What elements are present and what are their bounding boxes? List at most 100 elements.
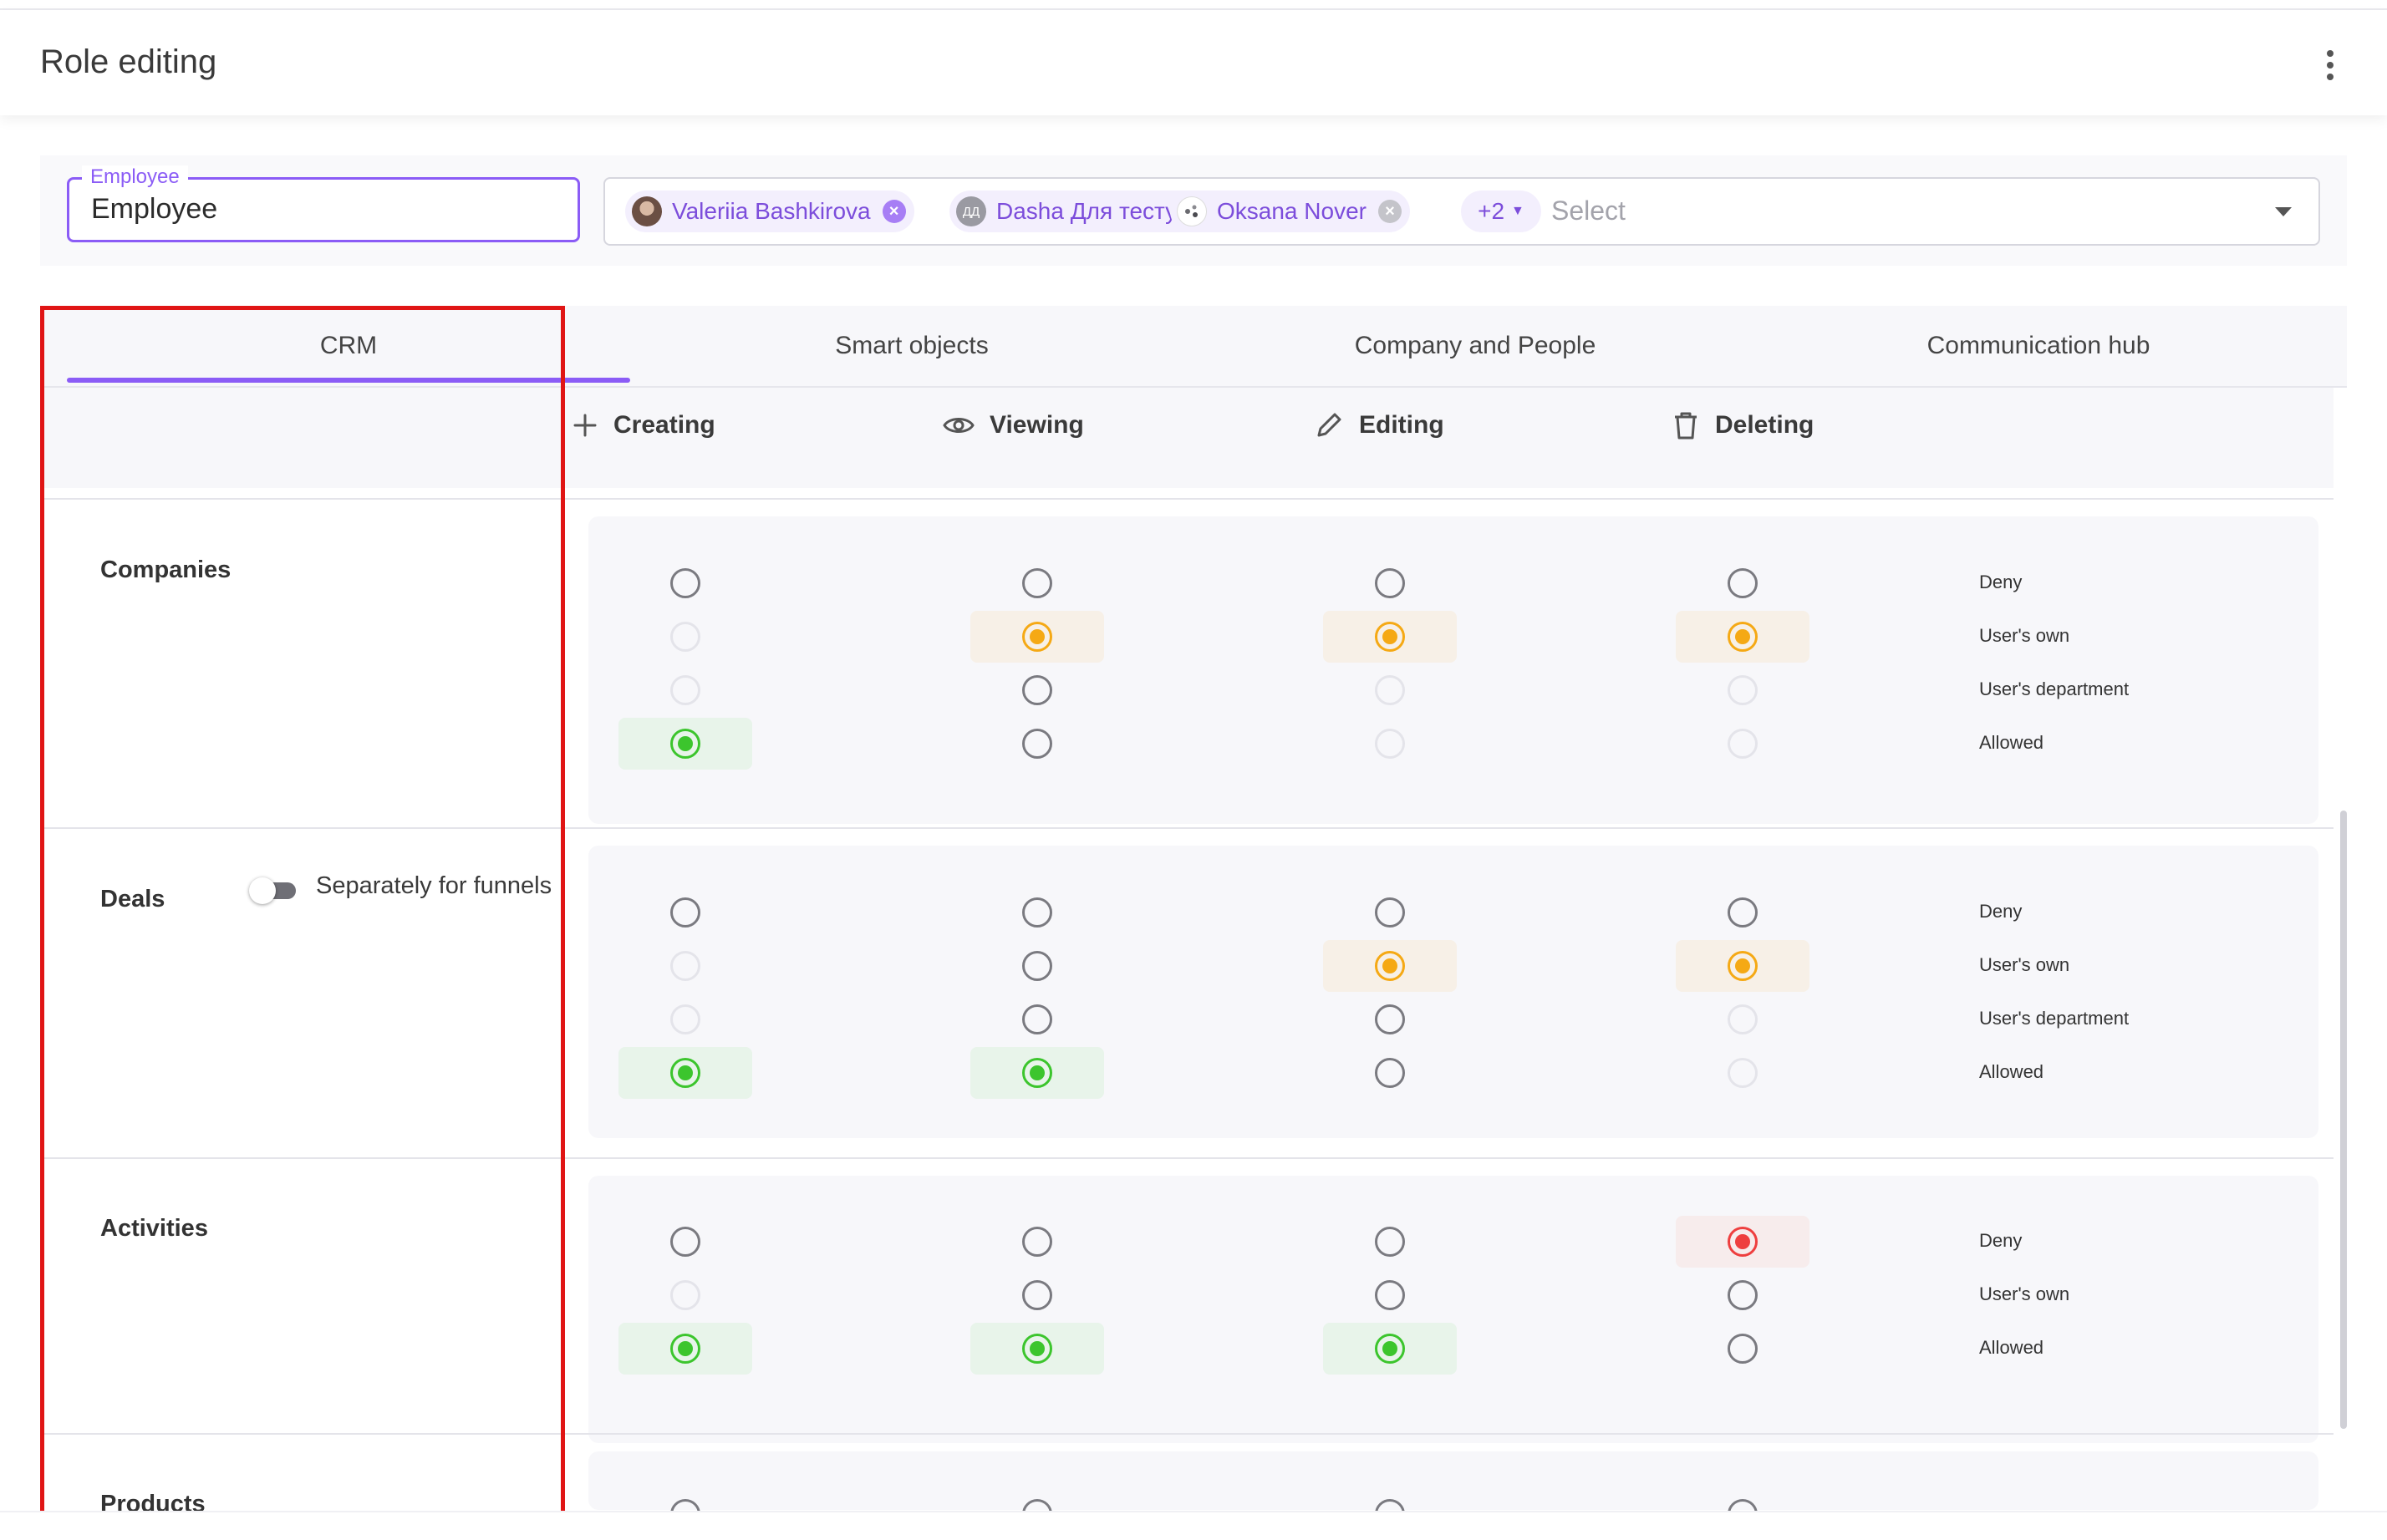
permission-radio-disabled-allowed[interactable] xyxy=(1728,729,1758,759)
chevron-down-icon: ▼ xyxy=(1511,204,1524,218)
permission-radio-disabled-user-s-department[interactable] xyxy=(1728,675,1758,705)
permission-radio-deny[interactable] xyxy=(1728,568,1758,598)
permission-radio-deny[interactable] xyxy=(670,568,700,598)
user-chip: Oksana Nover × xyxy=(1170,191,1410,232)
column-label: Deleting xyxy=(1715,411,1814,439)
more-users-chip[interactable]: +2 ▼ xyxy=(1461,191,1541,232)
permission-radio-user-s-own[interactable] xyxy=(1022,951,1052,981)
permission-radio-disabled-user-s-department[interactable] xyxy=(670,1004,700,1034)
section-divider xyxy=(40,827,2334,829)
highlight-annotation-box xyxy=(40,306,565,1529)
section-permissions-panel xyxy=(588,516,2318,824)
permission-radio-selected-user-s-own[interactable] xyxy=(1375,951,1405,981)
permission-radio-disabled-user-s-department[interactable] xyxy=(1728,1004,1758,1034)
permission-level-label: User's own xyxy=(1979,954,2070,975)
user-avatar-icon xyxy=(1177,196,1207,226)
permission-radio-user-s-own[interactable] xyxy=(1375,1280,1405,1310)
user-chip-name: Dasha Для тесту xyxy=(996,198,1178,224)
permission-radio-user-s-own[interactable] xyxy=(1022,1280,1052,1310)
permission-radio-deny[interactable] xyxy=(670,897,700,928)
permission-radio-disabled-user-s-own[interactable] xyxy=(670,951,700,981)
pencil-icon xyxy=(1317,413,1341,437)
remove-chip-icon[interactable]: × xyxy=(1377,200,1402,223)
section-title: Deals xyxy=(100,886,165,912)
tab-company-and-people[interactable]: Company and People xyxy=(1194,306,1757,386)
permission-radio-disabled-allowed[interactable] xyxy=(1728,1058,1758,1088)
section-permissions-panel xyxy=(588,1451,2318,1510)
permission-radio-selected-user-s-own[interactable] xyxy=(1375,622,1405,652)
permission-radio-selected-user-s-own[interactable] xyxy=(1022,622,1052,652)
user-avatar-icon xyxy=(632,196,662,226)
remove-chip-icon[interactable]: × xyxy=(882,200,906,223)
permission-radio-deny[interactable] xyxy=(1022,1227,1052,1257)
section-permissions-panel xyxy=(588,846,2318,1138)
scrollbar[interactable] xyxy=(2340,811,2347,1429)
section-title: Companies xyxy=(100,557,232,583)
permission-level-label: User's own xyxy=(1979,625,2070,646)
plus-icon xyxy=(573,414,597,437)
permission-radio-selected-deny[interactable] xyxy=(1728,1227,1758,1257)
user-avatar-icon: ДД xyxy=(956,196,986,226)
permission-radio-deny[interactable] xyxy=(1022,568,1052,598)
permission-radio-disabled-user-s-department[interactable] xyxy=(1375,675,1405,705)
permission-radio-deny[interactable] xyxy=(1022,897,1052,928)
user-chip-name: Valeriia Bashkirova xyxy=(672,198,871,224)
permission-radio-selected-allowed[interactable] xyxy=(670,1334,700,1364)
column-viewing: Viewing xyxy=(943,404,1084,446)
section-divider xyxy=(40,1157,2334,1159)
column-label: Viewing xyxy=(990,411,1084,439)
users-multiselect[interactable]: Valeriia Bashkirova × ДД Dasha Для тесту… xyxy=(603,177,2320,246)
permission-level-label: Deny xyxy=(1979,1230,2023,1251)
kebab-menu-icon[interactable] xyxy=(2313,45,2347,95)
more-users-count: +2 xyxy=(1478,198,1505,224)
permission-radio-deny[interactable] xyxy=(1728,897,1758,928)
section-permissions-panel xyxy=(588,1176,2318,1443)
permission-level-label: User's own xyxy=(1979,1283,2070,1304)
permission-level-label: Deny xyxy=(1979,572,2023,592)
trash-icon xyxy=(1675,412,1697,440)
permission-radio-allowed[interactable] xyxy=(1022,729,1052,759)
permission-level-label: User's department xyxy=(1979,1008,2130,1029)
select-placeholder: Select xyxy=(1551,196,1626,226)
permission-radio-deny[interactable] xyxy=(670,1227,700,1257)
tab-crm[interactable]: CRM xyxy=(67,306,630,386)
permission-radio-selected-allowed[interactable] xyxy=(1022,1058,1052,1088)
permission-radio-deny[interactable] xyxy=(1375,897,1405,928)
user-chip: Valeriia Bashkirova × xyxy=(625,191,914,232)
column-editing: Editing xyxy=(1314,404,1444,446)
permission-level-label: Allowed xyxy=(1979,1061,2044,1082)
permission-radio-user-s-department[interactable] xyxy=(1022,1004,1052,1034)
permission-radio-disabled-user-s-own[interactable] xyxy=(670,622,700,652)
column-creating: Creating xyxy=(572,404,715,446)
permission-radio-disabled-user-s-department[interactable] xyxy=(670,675,700,705)
role-name-input[interactable]: Employee xyxy=(91,193,217,226)
permission-level-label: Allowed xyxy=(1979,732,2044,753)
eye-icon xyxy=(943,418,975,433)
permission-radio-disabled-allowed[interactable] xyxy=(1375,729,1405,759)
permission-radio-user-s-department[interactable] xyxy=(1375,1004,1405,1034)
bottom-edge xyxy=(0,1511,2387,1540)
permission-radio-user-s-own[interactable] xyxy=(1728,1280,1758,1310)
page-title: Role editing xyxy=(40,43,217,80)
permission-radio-deny[interactable] xyxy=(1375,1227,1405,1257)
permission-radio-selected-allowed[interactable] xyxy=(1375,1334,1405,1364)
permission-radio-allowed[interactable] xyxy=(1375,1058,1405,1088)
dropdown-caret-icon[interactable] xyxy=(2275,207,2292,216)
page-header: Role editing xyxy=(0,10,2387,115)
active-tab-indicator xyxy=(67,378,630,383)
permission-level-label: Deny xyxy=(1979,901,2023,922)
separately-for-funnels-toggle[interactable] xyxy=(249,877,298,904)
column-label: Creating xyxy=(613,411,715,439)
separately-for-funnels-label: Separately for funnels xyxy=(316,872,552,899)
permission-radio-allowed[interactable] xyxy=(1728,1334,1758,1364)
permission-radio-user-s-department[interactable] xyxy=(1022,675,1052,705)
permission-radio-selected-user-s-own[interactable] xyxy=(1728,951,1758,981)
permission-radio-disabled-user-s-own[interactable] xyxy=(670,1280,700,1310)
permission-radio-selected-allowed[interactable] xyxy=(1022,1334,1052,1364)
tab-smart-objects[interactable]: Smart objects xyxy=(630,306,1194,386)
permission-radio-selected-allowed[interactable] xyxy=(670,1058,700,1088)
permission-radio-selected-user-s-own[interactable] xyxy=(1728,622,1758,652)
tab-communication-hub[interactable]: Communication hub xyxy=(1757,306,2320,386)
permission-radio-selected-allowed[interactable] xyxy=(670,729,700,759)
permission-radio-deny[interactable] xyxy=(1375,568,1405,598)
